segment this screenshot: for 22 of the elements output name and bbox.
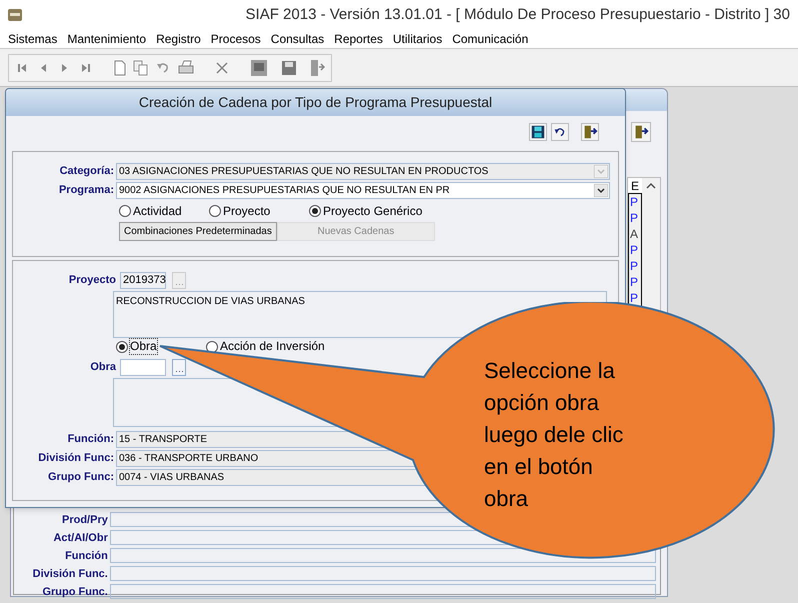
table-cell-text: P xyxy=(629,258,640,274)
table-cell-text: P xyxy=(629,290,640,306)
window-title: SIAF 2013 - Versión 13.01.01 - [ Módulo De Proceso Presupuestario - Distrito ] 30 xyxy=(246,4,790,25)
field-label: Prod/Pry xyxy=(61,512,109,526)
table-cell-text: P xyxy=(629,210,640,226)
table-cell-text: A xyxy=(629,226,640,242)
field-label: Categoría: xyxy=(58,164,115,180)
field-label: Grupo Func. xyxy=(41,584,109,598)
field-label: Grupo Func: xyxy=(47,470,115,486)
field-label: Función: xyxy=(66,432,115,448)
table-cell-text: P xyxy=(629,194,640,210)
dialog-title: Creación de Cadena por Tipo de Programa Presupuestal xyxy=(6,89,625,116)
table-cell-text: P xyxy=(629,274,640,290)
table-cell-text: P xyxy=(629,242,640,258)
field-label: Programa: xyxy=(58,183,115,198)
column-header: E xyxy=(628,178,642,194)
field-label: Función xyxy=(64,548,109,562)
field-label: Obra xyxy=(89,360,116,376)
field-label: División Func: xyxy=(37,451,115,466)
field-label: División Func. xyxy=(32,566,109,580)
field-label: Act/AI/Obr xyxy=(52,530,109,544)
field-label: Proyecto xyxy=(68,273,116,288)
